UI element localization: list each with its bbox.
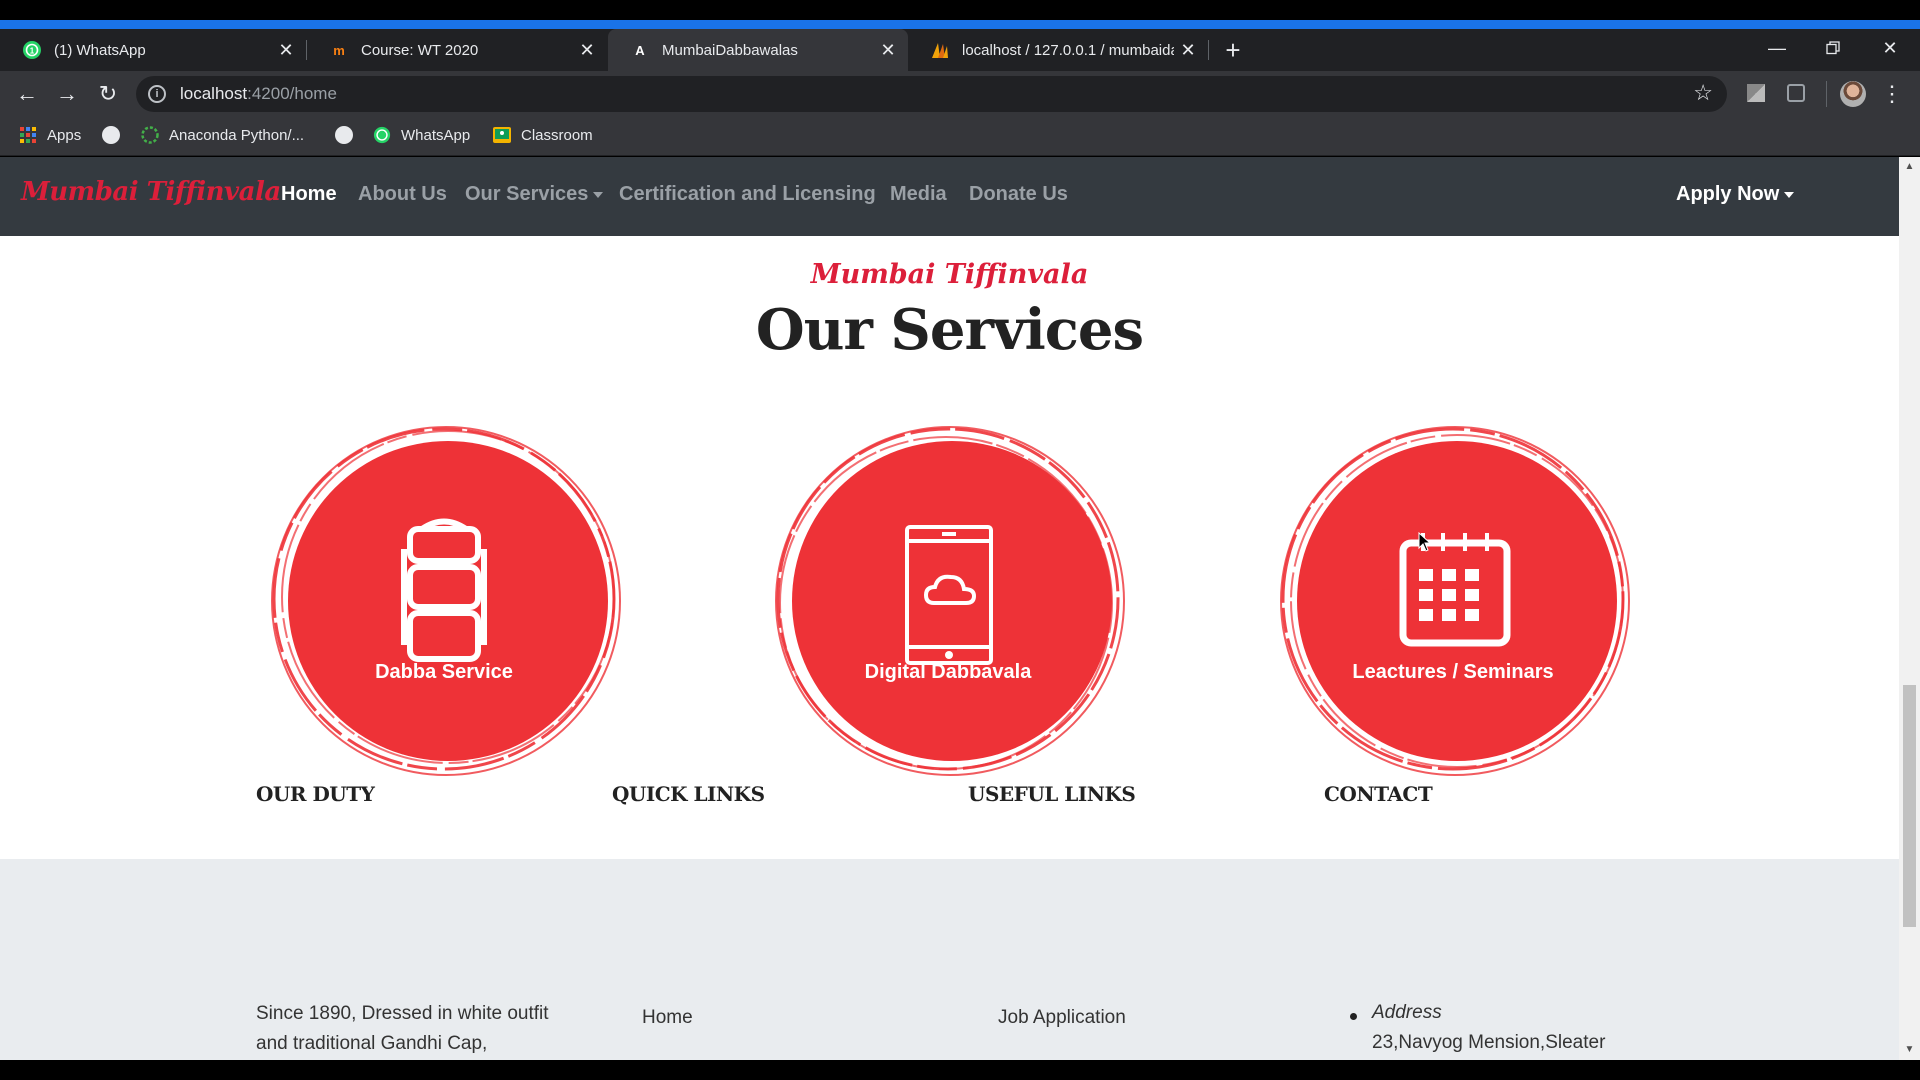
brand-logo[interactable]: Mumbai Tiffinvala xyxy=(21,177,281,207)
footer-link-job-application[interactable]: Job Application xyxy=(998,1007,1126,1029)
nav-label: Apply Now xyxy=(1676,183,1780,205)
globe-icon[interactable] xyxy=(335,126,353,144)
back-arrow-icon[interactable]: ← xyxy=(11,79,43,109)
our-duty-text-line: and traditional Gandhi Cap, xyxy=(256,1033,488,1054)
close-icon[interactable]: ✕ xyxy=(573,36,601,64)
our-duty-text-line: Since 1890, Dressed in white outfit xyxy=(256,1003,549,1024)
service-label: Digital Dabbavala xyxy=(864,661,1032,683)
globe-icon[interactable] xyxy=(102,126,120,144)
bookmark-whatsapp[interactable]: WhatsApp xyxy=(373,116,470,154)
chevron-down-icon xyxy=(1784,191,1795,198)
extension-icon[interactable] xyxy=(1747,84,1765,102)
restore-icon[interactable] xyxy=(1813,34,1853,62)
contact-address-line: 23,Navyog Mension,Sleater xyxy=(1372,1032,1606,1053)
anaconda-icon xyxy=(141,126,159,144)
phone-cloud-icon xyxy=(905,525,993,665)
whatsapp-icon: 1 xyxy=(22,40,42,60)
bookmark-label: Anaconda Python/... xyxy=(169,126,305,144)
tab-strip: 1 (1) WhatsApp ✕ m Course: WT 2020 ✕ A M… xyxy=(0,29,1920,71)
nav-label: Our Services xyxy=(465,183,589,205)
whatsapp-icon xyxy=(373,126,391,144)
footer-heading-contact: CONTACT xyxy=(1324,782,1433,806)
tiffin-box-icon xyxy=(401,518,487,662)
tab-title: Course: WT 2020 xyxy=(361,41,479,59)
classroom-icon xyxy=(493,126,511,144)
footer-heading-our-duty: OUR DUTY xyxy=(256,782,375,806)
service-label: Leactures / Seminars xyxy=(1352,661,1554,683)
apply-now-dropdown[interactable]: Apply Now xyxy=(1676,183,1795,206)
footer-heading-useful-links: USEFUL LINKS xyxy=(968,782,1136,806)
angular-icon: A xyxy=(635,42,645,58)
window-close-icon[interactable]: ✕ xyxy=(1870,34,1910,62)
bookmark-label: WhatsApp xyxy=(401,126,471,144)
bookmark-label: Classroom xyxy=(521,126,593,144)
tab-course[interactable]: m Course: WT 2020 ✕ xyxy=(307,29,607,71)
toolbar-separator xyxy=(1826,81,1827,107)
reload-icon[interactable]: ↻ xyxy=(92,79,124,109)
bookmark-anaconda[interactable]: Anaconda Python/... xyxy=(141,116,304,154)
address-bar[interactable]: i localhost:4200/home ☆ xyxy=(136,76,1727,112)
forward-arrow-icon[interactable]: → xyxy=(51,79,83,109)
nav-donate-us[interactable]: Donate Us xyxy=(969,183,1068,206)
new-tab-button[interactable]: + xyxy=(1218,35,1248,65)
bookmark-label: Apps xyxy=(47,126,82,144)
browser-window: 1 (1) WhatsApp ✕ m Course: WT 2020 ✕ A M… xyxy=(0,0,1920,1080)
minimize-icon[interactable]: — xyxy=(1757,34,1797,62)
bookmark-star-icon[interactable]: ☆ xyxy=(1693,80,1713,106)
our-duty-text: Since 1890, Dressed in white outfit and … xyxy=(256,999,549,1059)
tab-separator xyxy=(1208,40,1209,60)
section-title: Our Services xyxy=(755,297,1144,363)
mouse-cursor-icon xyxy=(1418,532,1432,552)
scroll-up-arrow-icon[interactable]: ▲ xyxy=(1899,161,1920,175)
service-card-digital[interactable]: Digital Dabbavala xyxy=(768,419,1128,779)
bookmark-apps[interactable]: Apps xyxy=(19,116,81,154)
service-card-lectures[interactable]: Leactures / Seminars xyxy=(1273,419,1633,779)
calendar-icon xyxy=(1399,533,1511,647)
close-icon[interactable]: ✕ xyxy=(874,36,902,64)
tab-title: localhost / 127.0.0.1 / mumbaida xyxy=(962,41,1174,59)
site-navbar: Mumbai Tiffinvala Home About Us Our Serv… xyxy=(0,157,1899,236)
apps-grid-icon xyxy=(19,126,37,144)
menu-dots-icon[interactable]: ⋮ xyxy=(1881,79,1903,109)
nav-home[interactable]: Home xyxy=(281,183,337,206)
info-icon[interactable]: i xyxy=(148,85,166,103)
nav-about-us[interactable]: About Us xyxy=(358,183,447,206)
list-bullet xyxy=(1350,1013,1357,1020)
scrollbar-thumb[interactable] xyxy=(1903,685,1916,927)
section-subtitle: Mumbai Tiffinvala xyxy=(810,259,1089,290)
profile-avatar[interactable] xyxy=(1840,81,1866,107)
tab-mumbaidabbawalas[interactable]: A MumbaiDabbawalas ✕ xyxy=(608,29,908,71)
moodle-icon: m xyxy=(333,42,345,58)
camera-extension-icon[interactable] xyxy=(1787,84,1805,102)
scroll-down-arrow-icon[interactable]: ▼ xyxy=(1899,1044,1920,1058)
bookmarks-bar: Apps Anaconda Python/... WhatsApp Classr… xyxy=(0,116,1920,156)
tab-phpmyadmin[interactable]: localhost / 127.0.0.1 / mumbaida ✕ xyxy=(908,29,1208,71)
browser-toolbar: ← → ↻ i localhost:4200/home ☆ ⋮ xyxy=(0,71,1920,116)
close-icon[interactable]: ✕ xyxy=(1174,36,1202,64)
tab-whatsapp[interactable]: 1 (1) WhatsApp ✕ xyxy=(0,29,306,71)
url-host: localhost xyxy=(180,84,248,103)
tab-title: MumbaiDabbawalas xyxy=(662,41,798,59)
page-scrollbar[interactable]: ▲ ▼ xyxy=(1899,157,1920,1060)
svg-text:1: 1 xyxy=(30,47,35,56)
nav-media[interactable]: Media xyxy=(890,183,947,206)
nav-certification[interactable]: Certification and Licensing xyxy=(619,183,876,206)
window-bottom-edge xyxy=(0,1060,1920,1080)
window-accent-bar xyxy=(0,20,1920,29)
footer-link-home[interactable]: Home xyxy=(642,1007,693,1029)
tab-title: (1) WhatsApp xyxy=(54,41,146,59)
nav-our-services[interactable]: Our Services xyxy=(465,183,604,206)
footer-heading-quick-links: QUICK LINKS xyxy=(612,782,765,806)
phpmyadmin-icon xyxy=(930,40,950,60)
close-icon[interactable]: ✕ xyxy=(272,36,300,64)
chevron-down-icon xyxy=(593,191,604,198)
bookmark-classroom[interactable]: Classroom xyxy=(493,116,593,154)
url-path: :4200/home xyxy=(247,84,337,103)
service-label: Dabba Service xyxy=(375,661,513,683)
page-viewport: Mumbai Tiffinvala Home About Us Our Serv… xyxy=(0,157,1899,1060)
contact-address-label: Address xyxy=(1372,1002,1442,1023)
service-card-dabba[interactable]: Dabba Service xyxy=(264,419,624,779)
